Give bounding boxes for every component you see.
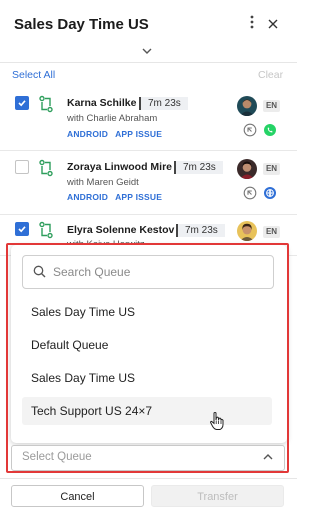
tag: ANDROID — [67, 129, 109, 139]
footer-actions: Cancel Transfer — [0, 478, 297, 522]
transfer-status-icon — [243, 186, 257, 200]
tag: ANDROID — [67, 192, 109, 202]
contact-checkbox[interactable] — [15, 222, 29, 236]
clear-link[interactable]: Clear — [258, 69, 283, 81]
queue-option[interactable]: Default Queue — [22, 331, 272, 359]
route-icon — [38, 221, 54, 239]
page-title: Sales Day Time US — [14, 16, 149, 33]
contact-tags: ANDROID APP ISSUE — [67, 129, 169, 139]
contact-card[interactable]: Zoraya Linwood Mire 7m 23s with Maren Ge… — [0, 151, 297, 215]
language-badge: EN — [263, 100, 280, 112]
cancel-button[interactable]: Cancel — [11, 485, 144, 507]
duration-badge: 7m 23s — [174, 161, 223, 174]
chevron-up-icon — [263, 454, 273, 460]
contact-name: Karna Schilke — [67, 97, 137, 109]
avatar — [237, 221, 257, 241]
contact-tags: ANDROID APP ISSUE — [67, 192, 169, 202]
queue-option-hovered[interactable]: Tech Support US 24×7 — [22, 397, 272, 425]
route-icon — [38, 159, 54, 177]
select-all-link[interactable]: Select All — [12, 69, 55, 81]
close-icon[interactable] — [265, 15, 281, 33]
selection-toolbar: Select All Clear — [0, 62, 297, 86]
panel-header: Sales Day Time US — [0, 0, 297, 63]
search-queue-field[interactable] — [22, 255, 274, 289]
contact-checkbox[interactable] — [15, 96, 29, 110]
search-icon — [33, 265, 46, 278]
contact-card[interactable]: Karna Schilke 7m 23s with Charlie Abraha… — [0, 86, 297, 151]
transfer-status-icon — [243, 123, 257, 137]
kebab-menu-icon[interactable] — [246, 15, 258, 33]
contact-checkbox[interactable] — [15, 160, 29, 174]
contact-agent: with Charlie Abraham — [67, 113, 158, 124]
contact-agent: with Maren Geidt — [67, 177, 139, 188]
web-chat-icon — [263, 186, 277, 200]
language-badge: EN — [263, 163, 280, 175]
duration-badge: 7m 23s — [176, 224, 225, 237]
search-input[interactable] — [53, 262, 263, 282]
tag: APP ISSUE — [115, 129, 163, 139]
transfer-button[interactable]: Transfer — [151, 485, 284, 507]
queue-dropdown: Sales Day Time US Default Queue Sales Da… — [11, 245, 287, 443]
hand-cursor-icon — [209, 411, 225, 431]
chevron-down-icon[interactable] — [140, 43, 156, 57]
queue-option[interactable]: Sales Day Time US — [22, 298, 272, 326]
avatar — [237, 159, 257, 179]
tag: APP ISSUE — [115, 192, 163, 202]
queue-select[interactable]: Select Queue — [11, 445, 285, 471]
avatar — [237, 96, 257, 116]
duration-badge: 7m 23s — [139, 97, 188, 110]
whatsapp-icon — [263, 123, 277, 137]
language-badge: EN — [263, 226, 280, 238]
contact-name: Elyra Solenne Kestov — [67, 224, 175, 236]
queue-option[interactable]: Sales Day Time US — [22, 364, 272, 392]
contact-name: Zoraya Linwood Mire — [67, 161, 173, 173]
route-icon — [38, 95, 54, 113]
queue-select-placeholder: Select Queue — [22, 451, 92, 463]
